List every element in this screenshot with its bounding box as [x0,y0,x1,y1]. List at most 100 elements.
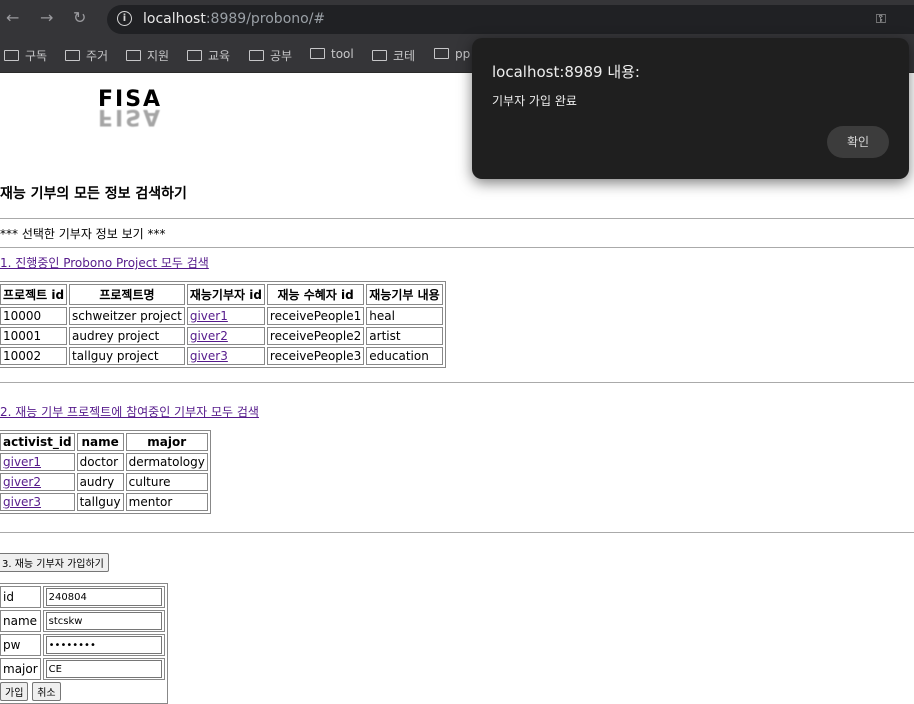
activists-table: activist_id name major giver1 doctor der… [0,430,211,514]
folder-icon [65,50,80,61]
receiver-id-cell: receivePeople3 [266,347,365,365]
signup-toggle-button[interactable]: 3. 재능 기부자 가입하기 [0,553,109,572]
activist-link[interactable]: giver1 [3,455,41,469]
table-row: giver3 tallguy mentor [0,493,208,511]
form-row: major [0,658,165,680]
table-row: 10002 tallguy project giver3 receivePeop… [0,347,443,365]
major-input[interactable] [45,660,162,678]
column-header: 재능기부자 id [186,284,265,305]
reload-icon[interactable]: ↻ [73,8,86,27]
bookmark-label: tool [331,47,354,61]
activist-link[interactable]: giver3 [3,495,41,509]
signup-form: id name pw major 가입 취소 [0,583,168,704]
bookmark-folder[interactable]: 주거 [65,47,108,64]
selected-info-text: *** 선택한 기부자 정보 보기 *** [0,227,166,241]
activist-id-cell: giver3 [0,493,75,511]
divider [0,382,914,383]
table-row: 10001 audrey project giver2 receivePeopl… [0,327,443,345]
giver-link[interactable]: giver2 [190,329,228,343]
bookmark-label: 교육 [208,49,231,63]
folder-icon [126,50,141,61]
major-label: major [0,658,41,680]
name-cell: doctor [76,453,124,471]
bookmark-folder[interactable]: tool [310,47,354,61]
folder-icon [372,50,387,61]
folder-icon [249,50,264,61]
table-header-row: 프로젝트 id 프로젝트명 재능기부자 id 재능 수혜자 id 재능기부 내용 [0,284,443,305]
major-cell: mentor [125,493,208,511]
project-name-cell: schweitzer project [69,307,185,325]
form-row: id [0,586,165,608]
form-row: pw [0,634,165,656]
url-host: localhost [143,11,206,27]
dialog-message: 기부자 가입 완료 [492,94,577,108]
giver-id-cell: giver2 [186,327,265,345]
table-row: giver1 doctor dermatology [0,453,208,471]
column-header: 프로젝트명 [69,284,185,305]
receiver-id-cell: receivePeople2 [266,327,365,345]
project-name-cell: audrey project [69,327,185,345]
back-icon[interactable]: ← [6,8,19,27]
address-bar[interactable]: i localhost:8989/probono/# [107,5,914,34]
project-name-cell: tallguy project [69,347,185,365]
id-input[interactable] [45,588,162,606]
giver-id-cell: giver1 [186,307,265,325]
receiver-id-cell: receivePeople1 [266,307,365,325]
bookmark-folder[interactable]: pp [434,47,470,61]
id-input-cell [42,586,165,608]
divider [0,532,914,533]
divider [0,247,914,248]
name-input[interactable] [45,612,162,630]
key-icon[interactable]: ⚿ [876,12,886,27]
table-header-row: activist_id name major [0,433,208,451]
fisa-logo: FISA FISA [98,87,162,129]
bookmark-label: 공부 [270,49,293,63]
form-row: name [0,610,165,632]
logo-reflection: FISA [98,104,163,129]
bookmark-label: 코테 [393,49,416,63]
folder-icon [4,50,19,61]
submit-button[interactable]: 가입 [0,682,29,701]
column-header: 재능기부 내용 [366,284,443,305]
major-input-cell [42,658,165,680]
bookmark-folder[interactable]: 구독 [4,47,47,64]
site-info-icon[interactable]: i [117,11,132,26]
major-cell: dermatology [125,453,208,471]
projects-table: 프로젝트 id 프로젝트명 재능기부자 id 재능 수혜자 id 재능기부 내용… [0,281,446,368]
table-row: 10000 schweitzer project giver1 receiveP… [0,307,443,325]
column-header: activist_id [0,433,75,451]
project-id-cell: 10002 [0,347,68,365]
pw-input-cell [42,634,165,656]
dialog-ok-button[interactable]: 확인 [827,126,889,158]
name-label: name [0,610,41,632]
alert-dialog: localhost:8989 내용: 기부자 가입 완료 확인 [472,38,909,179]
link-all-projects[interactable]: 1. 진행중인 Probono Project 모두 검색 [0,256,209,270]
page-title: 재능 기부의 모든 정보 검색하기 [0,186,187,202]
project-id-cell: 10000 [0,307,68,325]
bookmark-folder[interactable]: 공부 [249,47,292,64]
form-buttons: 가입 취소 [0,682,165,701]
name-cell: tallguy [76,493,124,511]
link-all-activists[interactable]: 2. 재능 기부 프로젝트에 참여중인 기부자 모두 검색 [0,405,259,419]
bookmark-label: 구독 [25,49,48,63]
bookmark-label: 주거 [86,49,109,63]
dialog-title: localhost:8989 내용: [492,63,640,81]
browser-toolbar: ← → ↻ i localhost:8989/probono/# ⚿ [0,0,914,38]
password-input[interactable] [45,636,162,654]
bookmark-folder[interactable]: 코테 [372,47,415,64]
giver-link[interactable]: giver3 [190,349,228,363]
forward-icon[interactable]: → [40,8,53,27]
reset-button[interactable]: 취소 [32,682,61,701]
activist-link[interactable]: giver2 [3,475,41,489]
id-label: id [0,586,41,608]
bookmark-folder[interactable]: 지원 [126,47,169,64]
folder-icon [434,48,449,59]
column-header: name [76,433,124,451]
giver-id-cell: giver3 [186,347,265,365]
giver-link[interactable]: giver1 [190,309,228,323]
bookmark-folder[interactable]: 교육 [187,47,230,64]
form-row: 가입 취소 [0,682,165,701]
pw-label: pw [0,634,41,656]
column-header: major [125,433,208,451]
name-cell: audry [76,473,124,491]
